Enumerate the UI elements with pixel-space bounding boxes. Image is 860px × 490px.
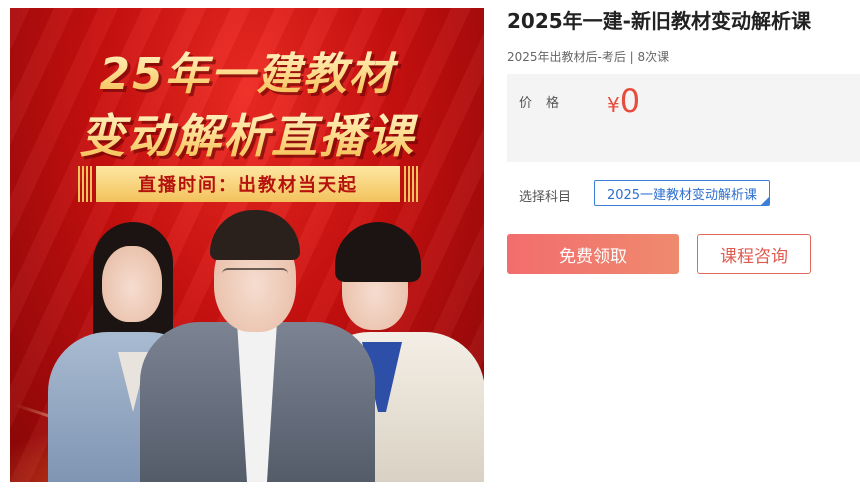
- course-consult-button[interactable]: 课程咨询: [697, 234, 811, 274]
- banner-schedule-ribbon: 直播时间：出教材当天起: [78, 166, 418, 202]
- ribbon-bar: 直播时间：出教材当天起: [96, 166, 400, 202]
- instructor-photo-center: [140, 210, 375, 482]
- course-detail-page: 25年一建教材 25年一建教材 变动解析直播课 变动解析直播课 直播时间：出教材…: [0, 0, 860, 490]
- banner-title-line2: 变动解析直播课: [10, 100, 484, 166]
- course-info-panel: 2025年一建-新旧教材变动解析课 2025年出教材后-考后 | 8次课 价格 …: [507, 8, 860, 274]
- subject-row: 选择科目 2025一建教材变动解析课: [507, 180, 860, 208]
- free-claim-button[interactable]: 免费领取: [507, 234, 679, 274]
- subject-option-label: 2025一建教材变动解析课: [606, 187, 758, 203]
- price-label: 价格: [519, 96, 574, 111]
- course-subtitle: 2025年出教材后-考后 | 8次课: [507, 50, 670, 64]
- course-title: 2025年一建-新旧教材变动解析课: [507, 9, 811, 33]
- ribbon-stripes-left: [78, 166, 92, 202]
- instructor-glasses: [222, 268, 288, 282]
- price-box: 价格 ¥0: [507, 74, 860, 162]
- price-amount: 0: [619, 82, 641, 120]
- subject-option-selected[interactable]: 2025一建教材变动解析课: [594, 180, 770, 206]
- subject-label: 选择科目: [519, 190, 572, 205]
- banner-title-line1: 25年一建教材: [10, 38, 484, 102]
- currency-symbol: ¥: [607, 93, 620, 117]
- ribbon-text: 直播时间：出教材当天起: [138, 175, 358, 196]
- course-banner-image: 25年一建教材 25年一建教材 变动解析直播课 变动解析直播课 直播时间：出教材…: [10, 8, 484, 482]
- price-value: ¥0: [607, 82, 640, 120]
- instructor-hair: [210, 210, 300, 260]
- ribbon-stripes-right: [404, 166, 418, 202]
- selected-check-corner-icon: [761, 197, 769, 205]
